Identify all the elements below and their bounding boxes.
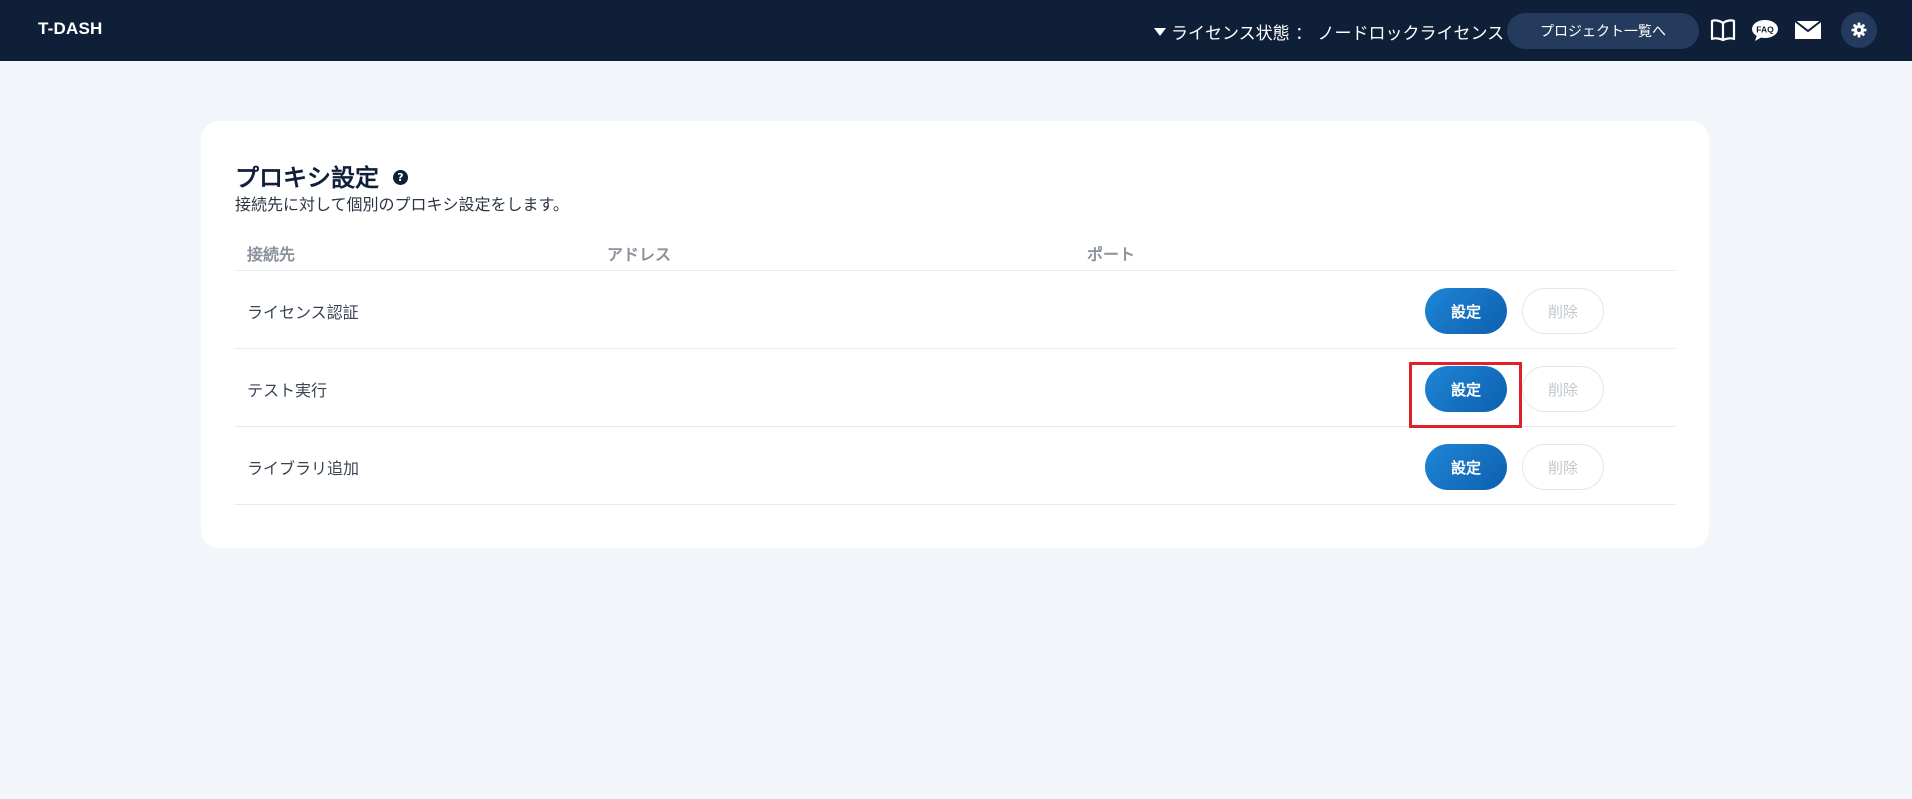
table-row: ライセンス認証 設定 削除	[235, 271, 1675, 349]
brand-logo[interactable]: T-DASH	[38, 19, 102, 39]
set-button[interactable]: 設定	[1425, 288, 1507, 334]
page-title-text: プロキシ設定	[235, 164, 379, 192]
page-subtitle: 接続先に対して個別のプロキシ設定をします。	[235, 195, 569, 214]
page-title: プロキシ設定 ?	[235, 158, 408, 193]
delete-button[interactable]: 削除	[1522, 444, 1604, 490]
book-icon[interactable]	[1709, 17, 1737, 43]
column-header-destination: 接続先	[247, 245, 296, 264]
faq-icon[interactable]: FAQ	[1751, 17, 1779, 43]
delete-button[interactable]: 削除	[1522, 366, 1604, 412]
highlight-box	[1409, 362, 1522, 428]
row-label-library-add: ライブラリ追加	[247, 459, 360, 478]
row-label-license-auth: ライセンス認証	[247, 303, 359, 322]
row-label-test-run: テスト実行	[247, 381, 328, 400]
column-header-port: ポート	[1087, 245, 1136, 264]
delete-button[interactable]: 削除	[1522, 288, 1604, 334]
proxy-settings-card: プロキシ設定 ? 接続先に対して個別のプロキシ設定をします。 接続先 アドレス …	[201, 121, 1709, 548]
table-row: ライブラリ追加 設定 削除	[235, 427, 1675, 505]
table-header: 接続先 アドレス ポート	[235, 232, 1675, 271]
project-list-button[interactable]: プロジェクト一覧へ	[1507, 13, 1699, 49]
gear-icon	[1851, 22, 1867, 38]
svg-text:FAQ: FAQ	[1756, 25, 1774, 35]
top-bar: T-DASH ライセンス状態 ： ノードロックライセンス プロジェクト一覧へ F…	[0, 0, 1912, 61]
license-status-text: ライセンス状態 ： ノードロックライセンス	[1171, 24, 1505, 44]
help-icon[interactable]: ?	[393, 170, 408, 185]
caret-down-icon	[1154, 27, 1166, 36]
settings-button[interactable]	[1841, 12, 1877, 48]
license-status-dropdown[interactable]: ライセンス状態 ： ノードロックライセンス	[1154, 19, 1504, 44]
mail-icon[interactable]	[1793, 18, 1823, 42]
set-button[interactable]: 設定	[1425, 444, 1507, 490]
column-header-address: アドレス	[607, 245, 672, 264]
